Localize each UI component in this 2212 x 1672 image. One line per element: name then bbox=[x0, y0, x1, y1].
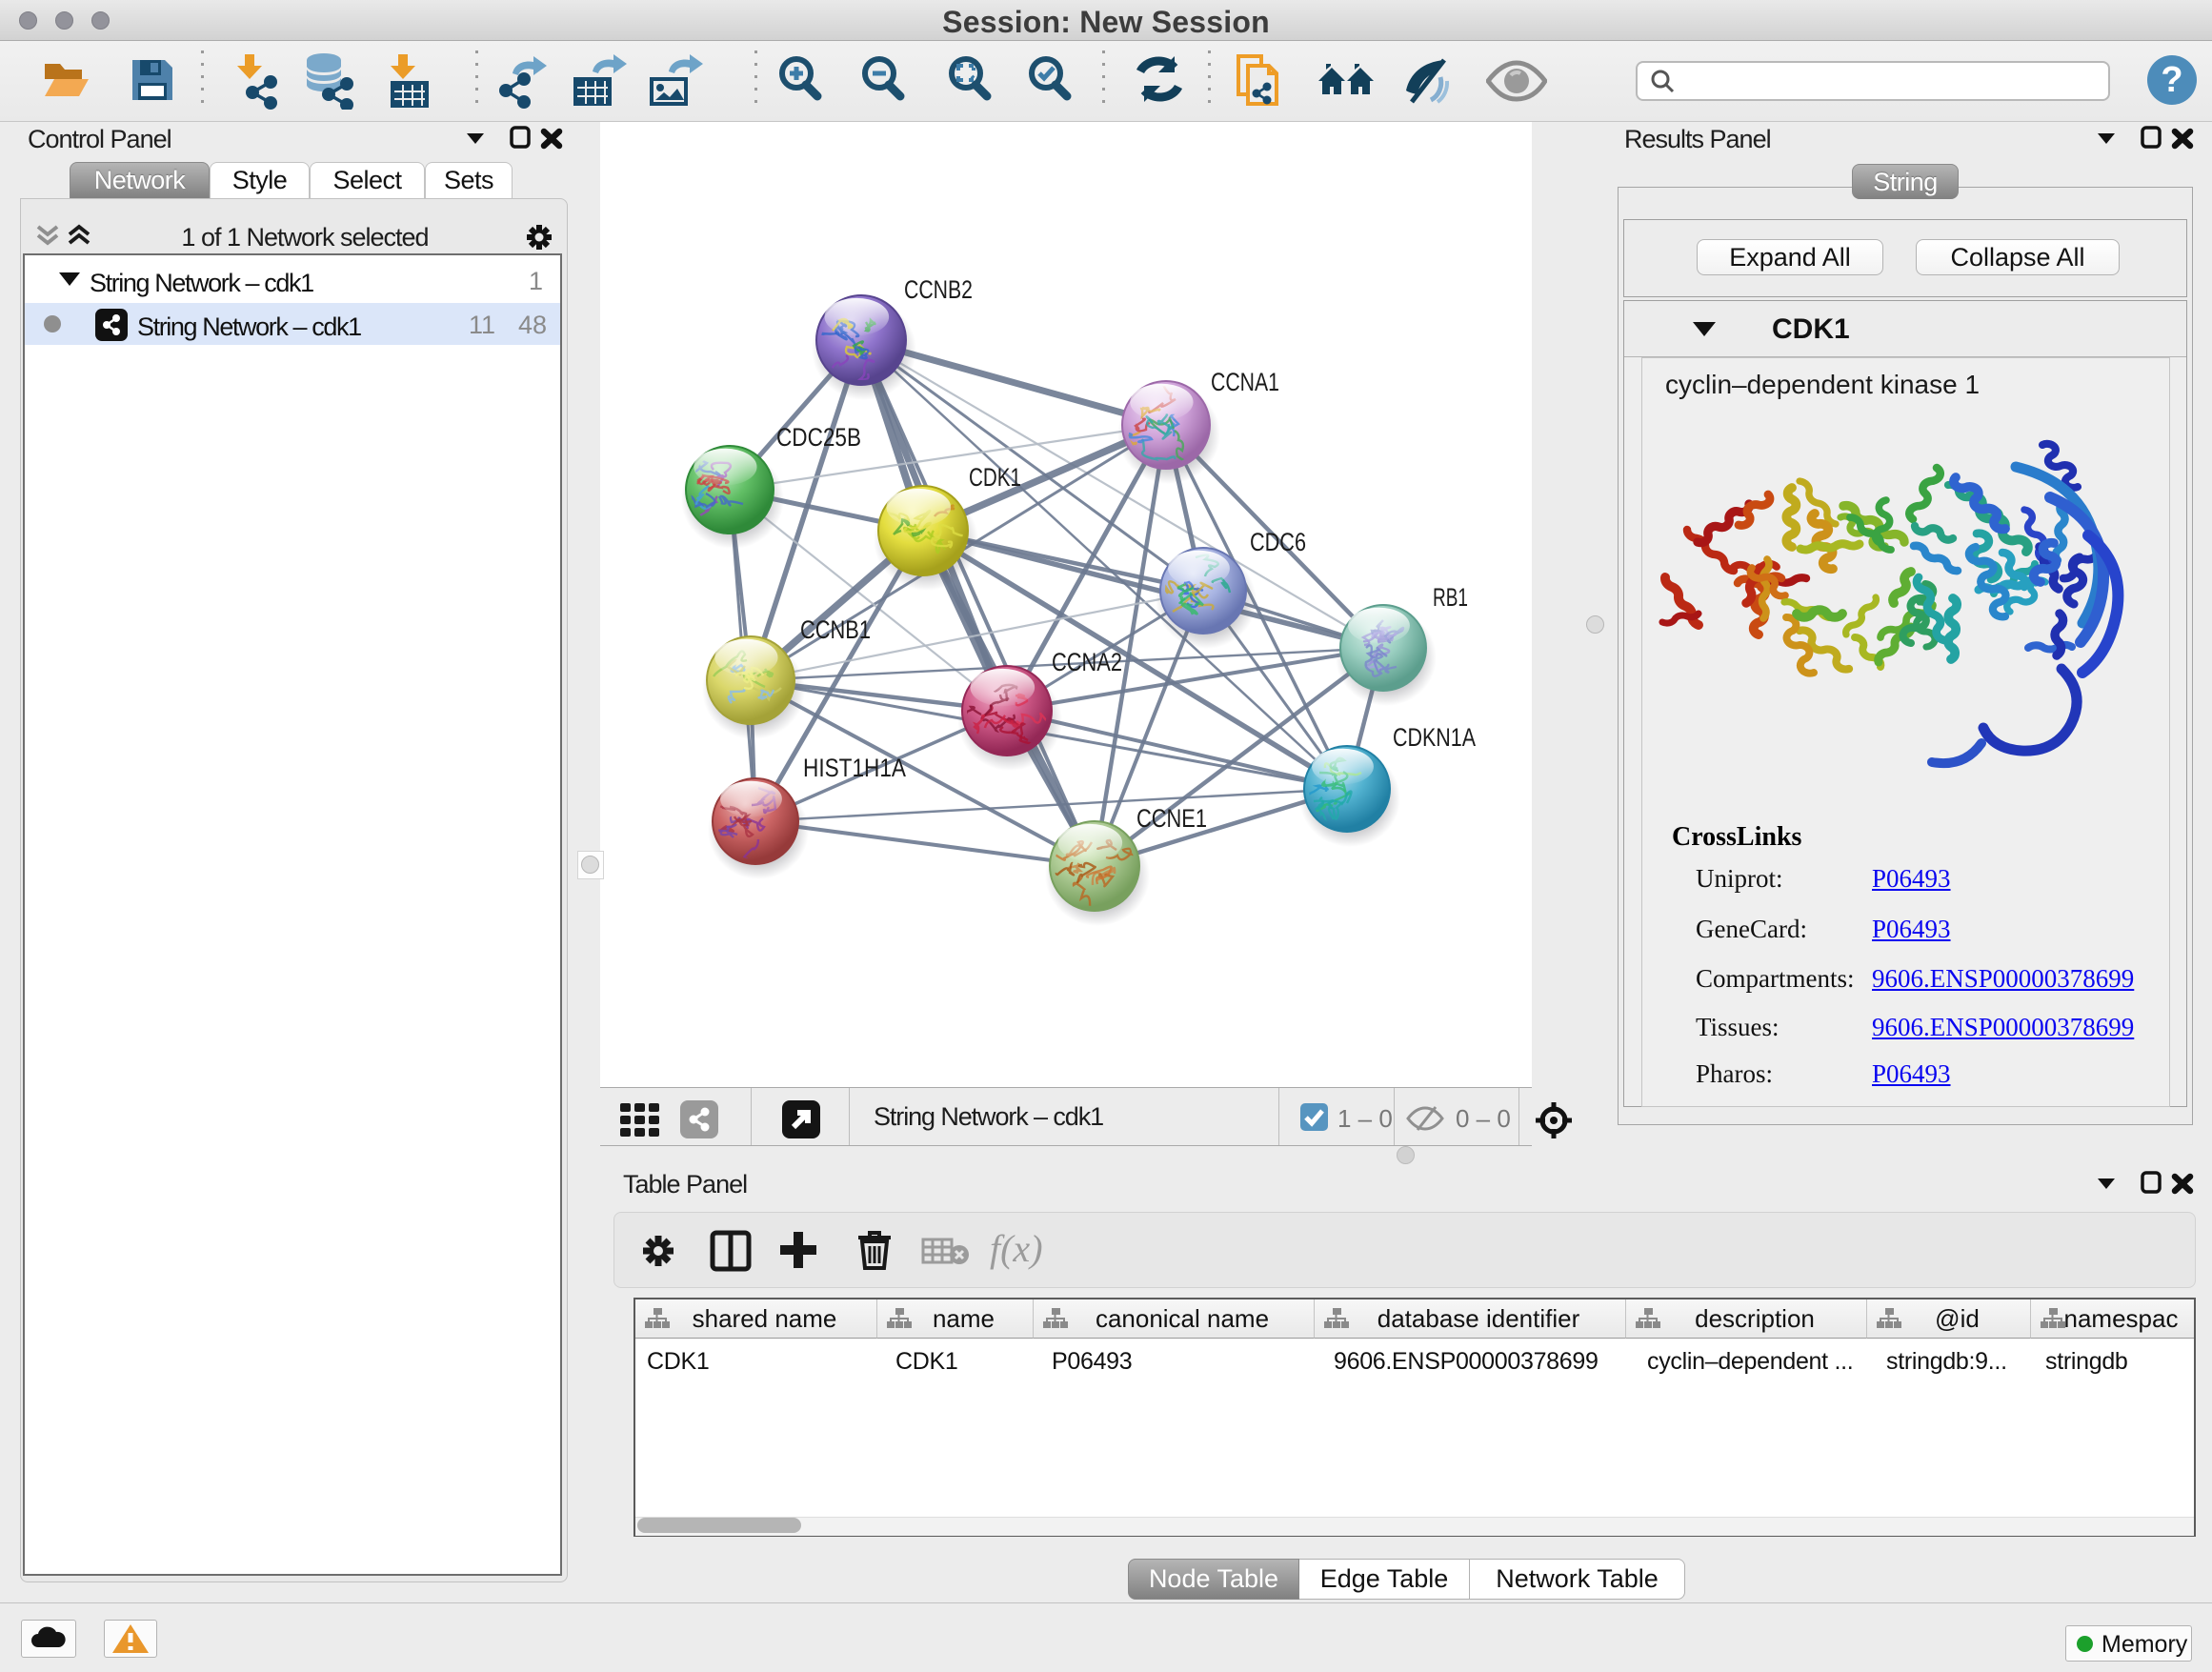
svg-text:CCNA1: CCNA1 bbox=[1211, 368, 1279, 396]
svg-text:CDC25B: CDC25B bbox=[776, 423, 861, 452]
svg-text:HIST1H1A: HIST1H1A bbox=[803, 754, 906, 782]
svg-text:CCNA2: CCNA2 bbox=[1052, 648, 1122, 676]
svg-text:CDC6: CDC6 bbox=[1250, 528, 1306, 556]
svg-text:RB1: RB1 bbox=[1433, 583, 1468, 612]
svg-text:CCNB1: CCNB1 bbox=[800, 615, 871, 644]
svg-text:CDKN1A: CDKN1A bbox=[1393, 723, 1476, 752]
svg-text:CDK1: CDK1 bbox=[969, 463, 1021, 492]
svg-text:CCNB2: CCNB2 bbox=[904, 275, 973, 304]
svg-text:CCNE1: CCNE1 bbox=[1136, 804, 1207, 833]
